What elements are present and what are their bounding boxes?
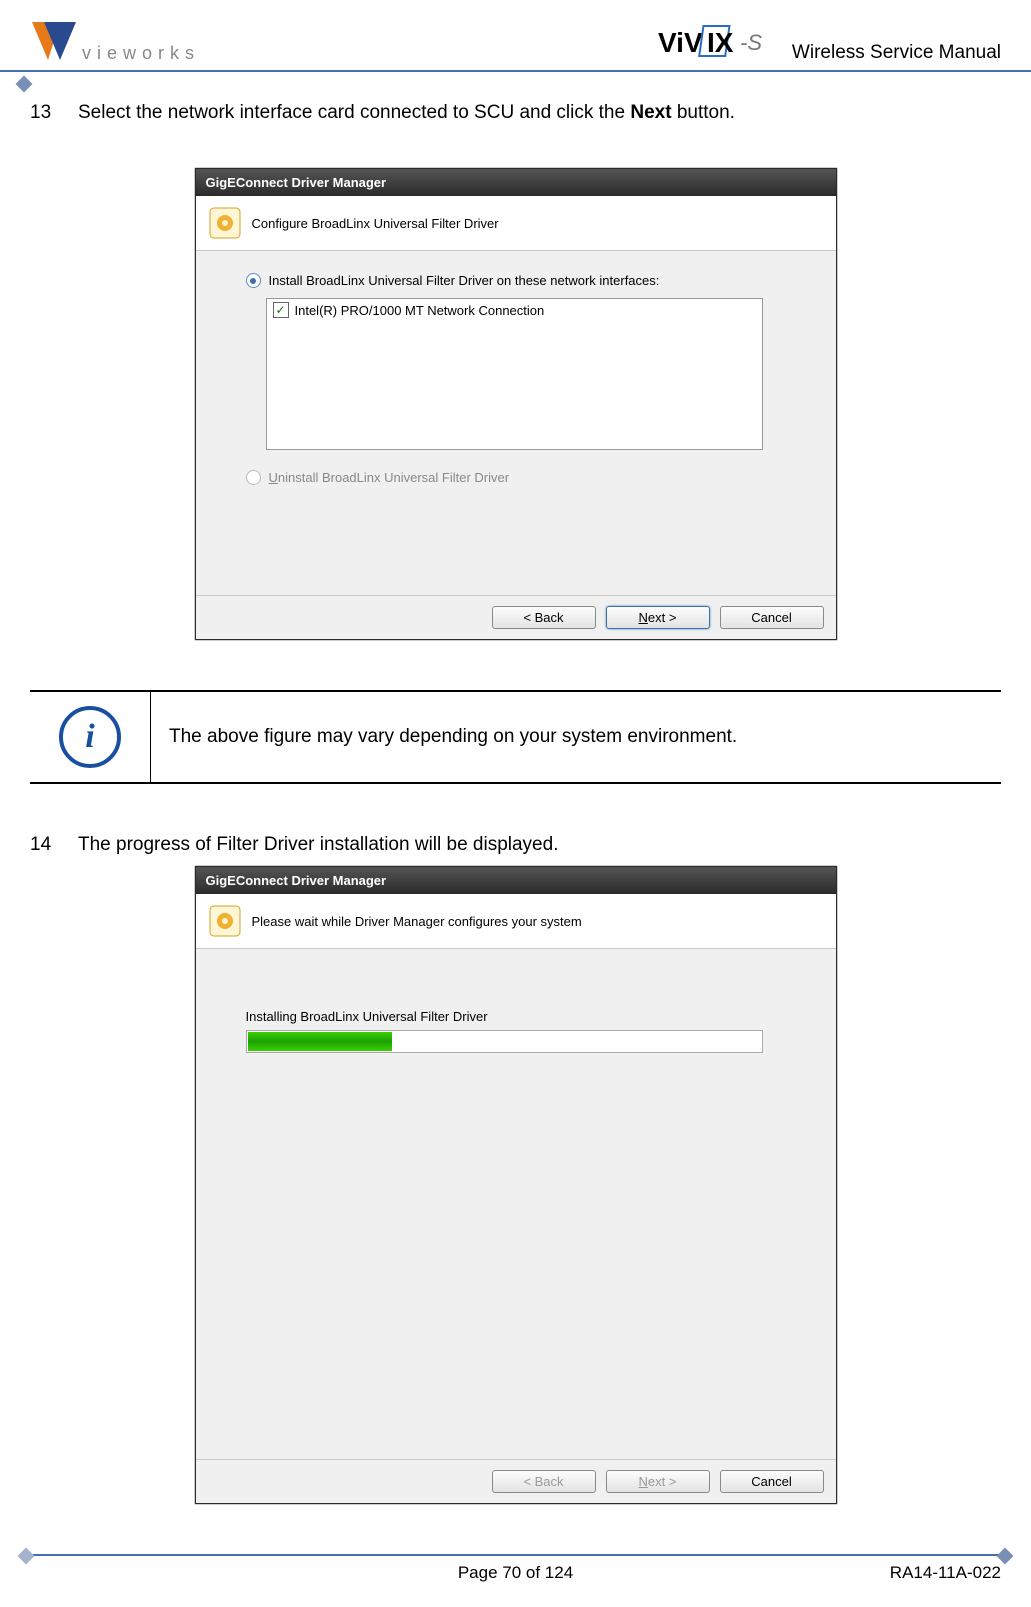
cancel-button[interactable]: Cancel: [720, 606, 824, 629]
list-item-label: Intel(R) PRO/1000 MT Network Connection: [295, 303, 545, 318]
footer-diamond-icon: [997, 1548, 1014, 1565]
step-number: 13: [30, 102, 60, 124]
vieworks-wordmark: vieworks: [82, 43, 200, 64]
vivix-logo: ViV IX -S: [658, 22, 778, 64]
step-text: The progress of Filter Driver installati…: [78, 834, 558, 856]
step-text: Select the network interface card connec…: [78, 102, 735, 124]
checkbox-icon[interactable]: ✓: [273, 302, 289, 318]
svg-text:IX: IX: [707, 27, 734, 58]
note-text: The above figure may vary depending on y…: [151, 692, 1001, 782]
svg-text:-S: -S: [740, 30, 762, 55]
dialog-driver-manager-1: GigEConnect Driver Manager Configure Bro…: [195, 168, 837, 640]
network-interfaces-listbox[interactable]: ✓ Intel(R) PRO/1000 MT Network Connectio…: [266, 298, 763, 450]
dialog-footer: < Back Next > Cancel: [196, 1459, 836, 1503]
step-14: 14 The progress of Filter Driver install…: [30, 834, 1001, 856]
manual-title: Wireless Service Manual: [792, 42, 1001, 64]
vieworks-logo: vieworks: [30, 20, 200, 64]
radio-uninstall[interactable]: Uninstall BroadLinx Universal Filter Dri…: [246, 470, 808, 485]
vieworks-mark-icon: [30, 20, 78, 64]
step-text-before: Select the network interface card connec…: [78, 102, 630, 123]
document-id: RA14-11A-022: [890, 1563, 1001, 1583]
radio-icon: [246, 470, 261, 485]
radio-icon: [246, 273, 261, 288]
list-item[interactable]: ✓ Intel(R) PRO/1000 MT Network Connectio…: [267, 299, 762, 321]
dialog-titlebar: GigEConnect Driver Manager: [196, 169, 836, 196]
gear-shield-icon: [208, 904, 242, 938]
dialog-header-text: Configure BroadLinx Universal Filter Dri…: [252, 216, 499, 231]
cancel-button[interactable]: Cancel: [720, 1470, 824, 1493]
dialog-titlebar: GigEConnect Driver Manager: [196, 867, 836, 894]
radio-install-label: Install BroadLinx Universal Filter Drive…: [269, 273, 660, 288]
note-box: i The above figure may vary depending on…: [30, 690, 1001, 784]
svg-text:ViV: ViV: [658, 27, 703, 58]
footer-diamond-icon: [18, 1548, 35, 1565]
back-button[interactable]: < Back: [492, 606, 596, 629]
radio-install[interactable]: Install BroadLinx Universal Filter Drive…: [246, 273, 808, 288]
radio-uninstall-label: Uninstall BroadLinx Universal Filter Dri…: [269, 470, 510, 485]
step-number: 14: [30, 834, 60, 856]
step-text-bold: Next: [630, 102, 671, 123]
next-button: Next >: [606, 1470, 710, 1493]
dialog-driver-manager-2: GigEConnect Driver Manager Please wait w…: [195, 866, 837, 1504]
dialog-header-text: Please wait while Driver Manager configu…: [252, 914, 582, 929]
dialog-header: Please wait while Driver Manager configu…: [196, 894, 836, 949]
step-13: 13 Select the network interface card con…: [30, 102, 1001, 124]
page-footer: Page 70 of 124 RA14-11A-022: [0, 1554, 1031, 1583]
page-header: vieworks ViV IX -S Wireless Service Manu…: [0, 0, 1031, 72]
progress-label: Installing BroadLinx Universal Filter Dr…: [246, 1009, 808, 1024]
back-button: < Back: [492, 1470, 596, 1493]
dialog-footer: < Back Next > Cancel: [196, 595, 836, 639]
dialog-header: Configure BroadLinx Universal Filter Dri…: [196, 196, 836, 251]
info-icon: i: [59, 706, 121, 768]
gear-shield-icon: [208, 206, 242, 240]
step-text-after: button.: [672, 102, 735, 123]
progress-bar: [246, 1030, 763, 1053]
page-number: Page 70 of 124: [458, 1563, 573, 1583]
next-button[interactable]: Next >: [606, 606, 710, 629]
progress-bar-fill: [248, 1032, 392, 1051]
